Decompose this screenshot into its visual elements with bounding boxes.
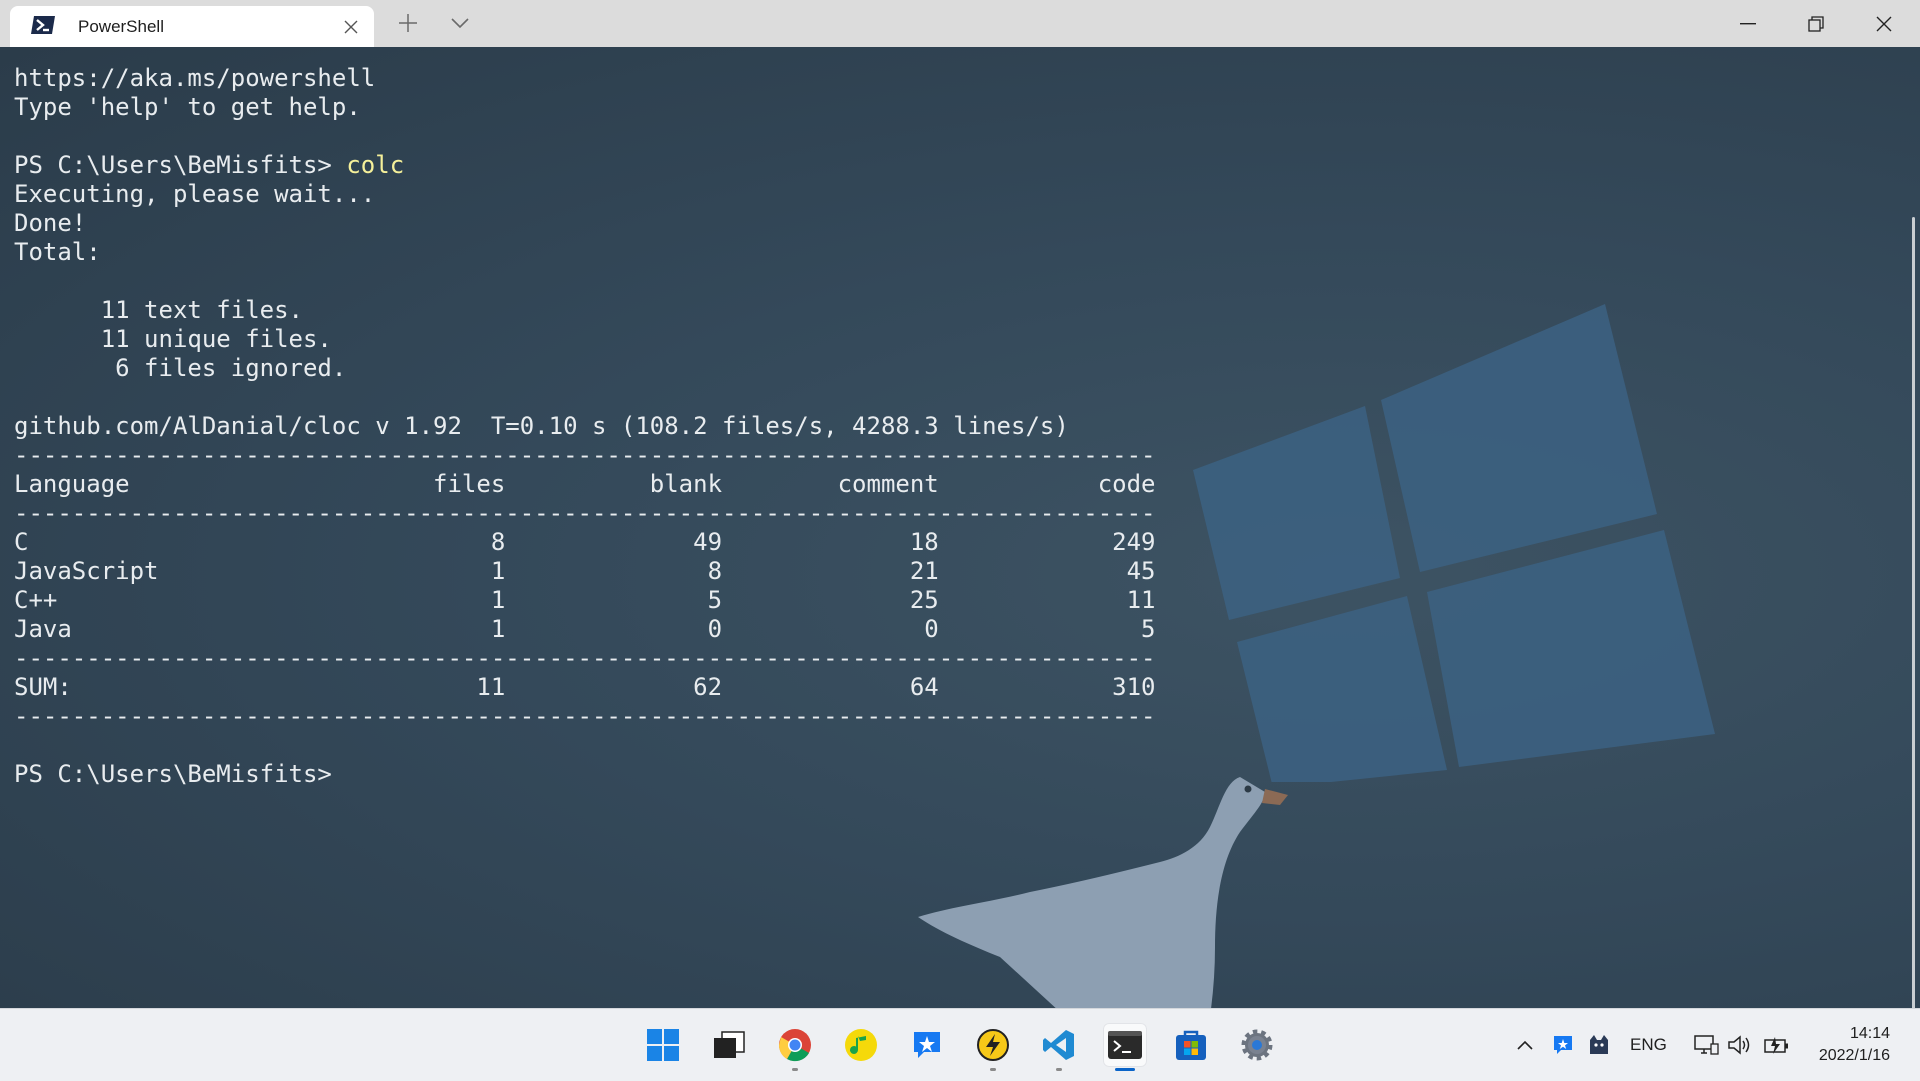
tab-title: PowerShell — [78, 17, 164, 36]
output-text: ----------------------------------------… — [14, 499, 1156, 527]
terminal-output: https://aka.ms/powershell Type 'help' to … — [14, 64, 1156, 789]
tab-dropdown-chevron-icon[interactable] — [442, 8, 478, 38]
terminal-line: C++ 1 5 25 11 — [14, 586, 1156, 615]
terminal-line: Type 'help' to get help. — [14, 93, 1156, 122]
show-hidden-icons-chevron-icon[interactable] — [1514, 1033, 1536, 1057]
output-text: Done! — [14, 209, 87, 237]
terminal-line: ----------------------------------------… — [14, 702, 1156, 731]
battery-icon[interactable] — [1762, 1033, 1792, 1057]
terminal-line: 6 files ignored. — [14, 354, 1156, 383]
settings-icon[interactable] — [1235, 1023, 1279, 1067]
output-text: 11 unique files. — [14, 325, 332, 353]
clock-time: 14:14 — [1849, 1025, 1890, 1042]
terminal-line: github.com/AlDanial/cloc v 1.92 T=0.10 s… — [14, 412, 1156, 441]
terminal-icon[interactable] — [1103, 1023, 1147, 1071]
output-text: Executing, please wait... — [14, 180, 376, 208]
vscode-icon[interactable] — [1037, 1023, 1081, 1071]
terminal-line: 11 text files. — [14, 296, 1156, 325]
terminal-line: Done! — [14, 209, 1156, 238]
goose-wallpaper-illustration — [918, 777, 1288, 1008]
output-text: 11 text files. — [14, 296, 303, 324]
system-clock[interactable]: 14:14 2022/1/16 — [1800, 1023, 1890, 1067]
taskbar: ENG 14:14 2022/1/16 — [0, 1008, 1920, 1081]
output-text: https://aka.ms/powershell — [14, 64, 376, 92]
output-text: Type 'help' to get help. — [14, 93, 361, 121]
terminal-line: ----------------------------------------… — [14, 441, 1156, 470]
network-icon[interactable] — [1692, 1033, 1720, 1057]
terminal-line: Language files blank comment code — [14, 470, 1156, 499]
start-icon[interactable] — [641, 1023, 685, 1067]
restore-button[interactable] — [1782, 0, 1850, 47]
windows-logo-wallpaper — [1193, 304, 1715, 782]
terminal-line: ----------------------------------------… — [14, 644, 1156, 673]
minimize-button[interactable] — [1714, 0, 1782, 47]
language-indicator[interactable]: ENG — [1630, 1035, 1667, 1055]
output-text: Total: — [14, 238, 101, 266]
tray-chat-app-icon[interactable] — [1550, 1033, 1576, 1057]
terminal-scrollbar[interactable] — [1912, 217, 1915, 1008]
music-app-icon[interactable] — [839, 1023, 883, 1067]
tab-close-icon[interactable] — [336, 12, 366, 42]
terminal-line: PS C:\Users\BeMisfits> colc — [14, 151, 1156, 180]
output-text: Java 1 0 0 5 — [14, 615, 1156, 643]
store-icon[interactable] — [1169, 1023, 1213, 1067]
terminal-line: PS C:\Users\BeMisfits> — [14, 760, 1156, 789]
chat-app-icon[interactable] — [905, 1023, 949, 1067]
powershell-icon — [30, 14, 56, 36]
output-text: ----------------------------------------… — [14, 702, 1156, 730]
output-text: C++ 1 5 25 11 — [14, 586, 1156, 614]
terminal-line: https://aka.ms/powershell — [14, 64, 1156, 93]
terminal-line: Java 1 0 0 5 — [14, 615, 1156, 644]
close-window-button[interactable] — [1850, 0, 1918, 47]
clock-date: 2022/1/16 — [1818, 1047, 1890, 1064]
terminal-line: Total: — [14, 238, 1156, 267]
tab-powershell[interactable]: PowerShell — [10, 6, 374, 47]
prompt: PS C:\Users\BeMisfits> — [14, 151, 347, 179]
terminal-line: C 8 49 18 249 — [14, 528, 1156, 557]
output-text: C 8 49 18 249 — [14, 528, 1156, 556]
terminal-line: JavaScript 1 8 21 45 — [14, 557, 1156, 586]
output-text: Language files blank comment code — [14, 470, 1156, 498]
terminal-line: Executing, please wait... — [14, 180, 1156, 209]
command-text: colc — [346, 151, 405, 179]
prompt: PS C:\Users\BeMisfits> — [14, 760, 332, 788]
terminal-line: ----------------------------------------… — [14, 499, 1156, 528]
chrome-icon[interactable] — [773, 1023, 817, 1071]
output-text: ----------------------------------------… — [14, 644, 1156, 672]
task-view-icon[interactable] — [707, 1023, 751, 1067]
new-tab-plus-icon[interactable] — [390, 8, 426, 38]
volume-icon[interactable] — [1726, 1033, 1754, 1057]
tray-cat-app-icon[interactable] — [1586, 1033, 1612, 1057]
terminal-line: SUM: 11 62 64 310 — [14, 673, 1156, 702]
output-text: JavaScript 1 8 21 45 — [14, 557, 1156, 585]
output-text: SUM: 11 62 64 310 — [14, 673, 1156, 701]
output-text: github.com/AlDanial/cloc v 1.92 T=0.10 s… — [14, 412, 1069, 440]
title-bar: PowerShell — [0, 0, 1920, 47]
output-text: ----------------------------------------… — [14, 441, 1156, 469]
terminal-line: 11 unique files. — [14, 325, 1156, 354]
lightning-app-icon[interactable] — [971, 1023, 1015, 1071]
output-text: 6 files ignored. — [14, 354, 347, 382]
